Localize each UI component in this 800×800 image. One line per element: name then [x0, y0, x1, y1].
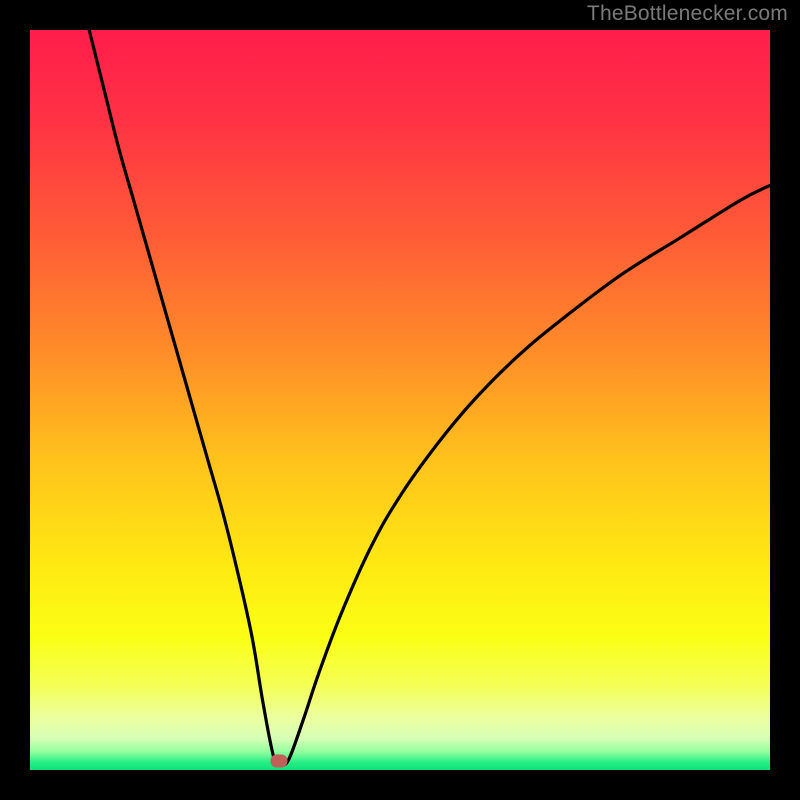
curve-layer — [30, 30, 770, 770]
chart-frame: TheBottlenecker.com — [0, 0, 800, 800]
plot-area — [30, 30, 770, 770]
bottleneck-curve — [89, 30, 770, 766]
optimal-point-marker — [271, 755, 288, 768]
attribution-text: TheBottlenecker.com — [587, 2, 788, 26]
